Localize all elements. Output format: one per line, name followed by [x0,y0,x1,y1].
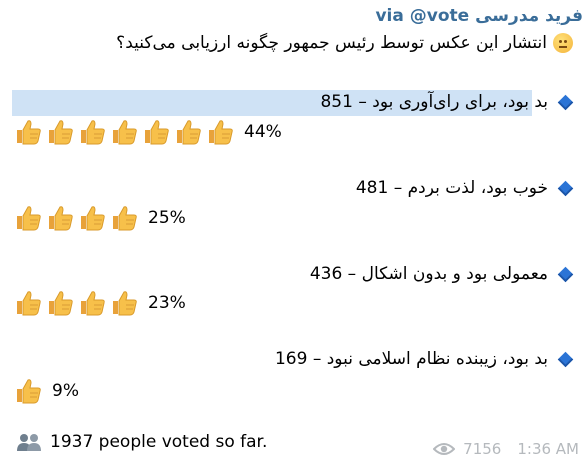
thumbs-up-icon [142,118,170,146]
thumbs-up-icon [78,204,106,232]
eye-icon [432,442,456,456]
thumbs-up-icon [78,118,106,146]
blue-diamond-icon [557,266,574,282]
vote-percent: 23% [148,293,186,313]
poll-option-3[interactable]: معمولی بود و بدون اشکال – 436 [310,264,575,284]
thumbs-up-icon [14,377,42,405]
thumbs-up-icon [46,289,74,317]
vote-total-text: 1937 people voted so far. [50,432,268,452]
thumbs-up-icon [46,204,74,232]
message-time: 1:36 AM [517,440,579,458]
thumbs-up-icon [206,118,234,146]
view-count: 7156 [463,440,502,458]
sender-name[interactable]: فرید مدرسی [475,6,583,26]
thumbs-up-icon [46,118,74,146]
poll-option-1[interactable]: بد بود، برای رای‌آوری بود – 851 [320,92,575,112]
blue-diamond-icon [557,351,574,367]
vote-percent: 9% [52,381,79,401]
message-meta: 7156 1:36 AM [432,440,579,458]
vote-bar-4: 9% [14,377,79,405]
poll-option-label: معمولی بود و بدون اشکال – 436 [309,264,548,284]
thumbs-up-icon [174,118,202,146]
poll-question-text: انتشار این عکس توسط رئیس جمهور چگونه ارز… [116,33,547,53]
message-header: فرید مدرسی via @vote [369,6,583,26]
vote-total: 1937 people voted so far. [16,432,267,452]
poll-option-4[interactable]: بد بود، زیبنده نظام اسلامی نبود – 169 [275,349,575,369]
thumbs-up-icon [110,118,138,146]
poll-option-label: خوب بود، لذت بردم – 481 [355,178,548,198]
poll-option-2[interactable]: خوب بود، لذت بردم – 481 [356,178,575,198]
vote-percent: 44% [244,122,282,142]
vote-bar-2: 25% [14,204,186,232]
vote-bar-3: 23% [14,289,186,317]
blue-diamond-icon [557,180,574,196]
blue-diamond-icon [557,94,574,110]
poll-option-label: بد بود، برای رای‌آوری بود – 851 [320,92,548,112]
poll-question: انتشار این عکس توسط رئیس جمهور چگونه ارز… [116,33,573,53]
people-icon [16,432,42,452]
thumbs-up-icon [110,289,138,317]
vote-percent: 25% [148,208,186,228]
vote-bar-1: 44% [14,118,282,146]
poll-option-label: بد بود، زیبنده نظام اسلامی نبود – 169 [274,349,548,369]
thumbs-up-icon [110,204,138,232]
via-bot[interactable]: via @vote [375,6,469,26]
thumbs-up-icon [14,289,42,317]
slight-frown-face-icon [553,33,573,53]
thumbs-up-icon [14,118,42,146]
thumbs-up-icon [78,289,106,317]
thumbs-up-icon [14,204,42,232]
